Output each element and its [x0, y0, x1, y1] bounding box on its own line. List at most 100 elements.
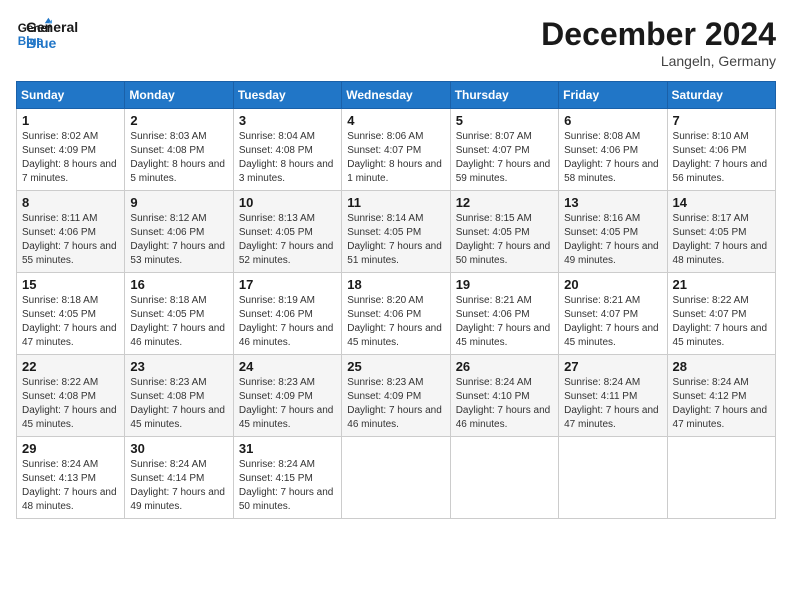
day-info: Sunrise: 8:08 AM Sunset: 4:06 PM Dayligh… [564, 130, 661, 186]
calendar-week-2: 8Sunrise: 8:11 AM Sunset: 4:06 PM Daylig… [17, 191, 776, 273]
day-number: 2 [130, 113, 227, 128]
day-number: 30 [130, 441, 227, 456]
calendar-cell: 19Sunrise: 8:21 AM Sunset: 4:06 PM Dayli… [450, 273, 558, 355]
day-info: Sunrise: 8:20 AM Sunset: 4:06 PM Dayligh… [347, 294, 444, 350]
calendar-cell: 15 Sunrise: 8:18 AM Sunset: 4:05 PM Dayli… [17, 273, 125, 355]
day-number: 1 [22, 113, 119, 128]
calendar-week-3: 15 Sunrise: 8:18 AM Sunset: 4:05 PM Dayli… [17, 273, 776, 355]
calendar-cell: 1 Sunrise: 8:02 AM Sunset: 4:09 PM Daylig… [17, 109, 125, 191]
day-number: 23 [130, 359, 227, 374]
day-info: Sunrise: 8:24 AM Sunset: 4:14 PM Dayligh… [130, 458, 227, 514]
day-info: Sunrise: 8:14 AM Sunset: 4:05 PM Dayligh… [347, 212, 444, 268]
day-info: Sunrise: 8:13 AM Sunset: 4:05 PM Dayligh… [239, 212, 336, 268]
calendar-table: SundayMondayTuesdayWednesdayThursdayFrid… [16, 81, 776, 519]
day-info: Sunrise: 8:23 AM Sunset: 4:09 PM Dayligh… [239, 376, 336, 432]
day-number: 10 [239, 195, 336, 210]
day-number: 7 [673, 113, 770, 128]
day-number: 3 [239, 113, 336, 128]
column-header-wednesday: Wednesday [342, 82, 450, 109]
day-number: 12 [456, 195, 553, 210]
day-info: Sunrise: 8:24 AM Sunset: 4:10 PM Dayligh… [456, 376, 553, 432]
calendar-cell [450, 437, 558, 519]
day-number: 26 [456, 359, 553, 374]
calendar-cell: 31 Sunrise: 8:24 AM Sunset: 4:15 PM Dayli… [233, 437, 341, 519]
day-number: 13 [564, 195, 661, 210]
day-info: Sunrise: 8:18 AM Sunset: 4:05 PM Dayligh… [22, 294, 119, 350]
logo-blue: Blue [26, 35, 78, 51]
day-number: 28 [673, 359, 770, 374]
calendar-cell: 12Sunrise: 8:15 AM Sunset: 4:05 PM Dayli… [450, 191, 558, 273]
day-number: 11 [347, 195, 444, 210]
day-info: Sunrise: 8:22 AM Sunset: 4:07 PM Dayligh… [673, 294, 770, 350]
day-info: Sunrise: 8:23 AM Sunset: 4:09 PM Dayligh… [347, 376, 444, 432]
day-info: Sunrise: 8:23 AM Sunset: 4:08 PM Dayligh… [130, 376, 227, 432]
calendar-cell: 23 Sunrise: 8:23 AM Sunset: 4:08 PM Dayli… [125, 355, 233, 437]
day-number: 14 [673, 195, 770, 210]
calendar-cell: 13 Sunrise: 8:16 AM Sunset: 4:05 PM Dayli… [559, 191, 667, 273]
location-subtitle: Langeln, Germany [541, 53, 776, 69]
day-number: 18 [347, 277, 444, 292]
day-info: Sunrise: 8:03 AM Sunset: 4:08 PM Dayligh… [130, 130, 227, 186]
calendar-cell [559, 437, 667, 519]
day-info: Sunrise: 8:07 AM Sunset: 4:07 PM Dayligh… [456, 130, 553, 186]
column-header-friday: Friday [559, 82, 667, 109]
day-number: 6 [564, 113, 661, 128]
day-info: Sunrise: 8:24 AM Sunset: 4:12 PM Dayligh… [673, 376, 770, 432]
calendar-cell: 6 Sunrise: 8:08 AM Sunset: 4:06 PM Daylig… [559, 109, 667, 191]
day-number: 21 [673, 277, 770, 292]
day-info: Sunrise: 8:24 AM Sunset: 4:11 PM Dayligh… [564, 376, 661, 432]
day-number: 20 [564, 277, 661, 292]
calendar-cell: 2 Sunrise: 8:03 AM Sunset: 4:08 PM Daylig… [125, 109, 233, 191]
day-info: Sunrise: 8:17 AM Sunset: 4:05 PM Dayligh… [673, 212, 770, 268]
day-info: Sunrise: 8:12 AM Sunset: 4:06 PM Dayligh… [130, 212, 227, 268]
day-number: 15 [22, 277, 119, 292]
day-number: 25 [347, 359, 444, 374]
calendar-cell: 9 Sunrise: 8:12 AM Sunset: 4:06 PM Daylig… [125, 191, 233, 273]
column-header-monday: Monday [125, 82, 233, 109]
logo-general: General [26, 19, 78, 35]
title-block: December 2024 Langeln, Germany [541, 16, 776, 69]
calendar-week-1: 1 Sunrise: 8:02 AM Sunset: 4:09 PM Daylig… [17, 109, 776, 191]
calendar-cell: 22 Sunrise: 8:22 AM Sunset: 4:08 PM Dayli… [17, 355, 125, 437]
calendar-cell: 17Sunrise: 8:19 AM Sunset: 4:06 PM Dayli… [233, 273, 341, 355]
calendar-cell: 16 Sunrise: 8:18 AM Sunset: 4:05 PM Dayli… [125, 273, 233, 355]
day-number: 22 [22, 359, 119, 374]
day-number: 16 [130, 277, 227, 292]
day-info: Sunrise: 8:16 AM Sunset: 4:05 PM Dayligh… [564, 212, 661, 268]
calendar-cell: 24Sunrise: 8:23 AM Sunset: 4:09 PM Dayli… [233, 355, 341, 437]
calendar-cell: 11 Sunrise: 8:14 AM Sunset: 4:05 PM Dayli… [342, 191, 450, 273]
calendar-cell: 5Sunrise: 8:07 AM Sunset: 4:07 PM Daylig… [450, 109, 558, 191]
day-info: Sunrise: 8:24 AM Sunset: 4:15 PM Dayligh… [239, 458, 336, 514]
day-number: 29 [22, 441, 119, 456]
calendar-cell: 3Sunrise: 8:04 AM Sunset: 4:08 PM Daylig… [233, 109, 341, 191]
logo: General Blue General Blue [16, 16, 78, 52]
calendar-cell: 14 Sunrise: 8:17 AM Sunset: 4:05 PM Dayli… [667, 191, 775, 273]
day-number: 19 [456, 277, 553, 292]
day-number: 27 [564, 359, 661, 374]
calendar-cell: 30 Sunrise: 8:24 AM Sunset: 4:14 PM Dayli… [125, 437, 233, 519]
day-info: Sunrise: 8:02 AM Sunset: 4:09 PM Dayligh… [22, 130, 119, 186]
day-number: 4 [347, 113, 444, 128]
calendar-cell: 29 Sunrise: 8:24 AM Sunset: 4:13 PM Dayli… [17, 437, 125, 519]
calendar-header-row: SundayMondayTuesdayWednesdayThursdayFrid… [17, 82, 776, 109]
day-info: Sunrise: 8:24 AM Sunset: 4:13 PM Dayligh… [22, 458, 119, 514]
calendar-cell: 25 Sunrise: 8:23 AM Sunset: 4:09 PM Dayli… [342, 355, 450, 437]
calendar-cell: 20 Sunrise: 8:21 AM Sunset: 4:07 PM Dayli… [559, 273, 667, 355]
calendar-cell: 7 Sunrise: 8:10 AM Sunset: 4:06 PM Daylig… [667, 109, 775, 191]
calendar-cell [667, 437, 775, 519]
day-info: Sunrise: 8:19 AM Sunset: 4:06 PM Dayligh… [239, 294, 336, 350]
calendar-cell: 28 Sunrise: 8:24 AM Sunset: 4:12 PM Dayli… [667, 355, 775, 437]
calendar-week-5: 29 Sunrise: 8:24 AM Sunset: 4:13 PM Dayli… [17, 437, 776, 519]
day-info: Sunrise: 8:18 AM Sunset: 4:05 PM Dayligh… [130, 294, 227, 350]
day-number: 31 [239, 441, 336, 456]
column-header-sunday: Sunday [17, 82, 125, 109]
calendar-cell: 21 Sunrise: 8:22 AM Sunset: 4:07 PM Dayli… [667, 273, 775, 355]
day-info: Sunrise: 8:10 AM Sunset: 4:06 PM Dayligh… [673, 130, 770, 186]
calendar-week-4: 22 Sunrise: 8:22 AM Sunset: 4:08 PM Dayli… [17, 355, 776, 437]
day-info: Sunrise: 8:21 AM Sunset: 4:07 PM Dayligh… [564, 294, 661, 350]
day-number: 9 [130, 195, 227, 210]
day-info: Sunrise: 8:22 AM Sunset: 4:08 PM Dayligh… [22, 376, 119, 432]
page-header: General Blue General Blue December 2024 … [16, 16, 776, 69]
calendar-cell: 18 Sunrise: 8:20 AM Sunset: 4:06 PM Dayli… [342, 273, 450, 355]
column-header-tuesday: Tuesday [233, 82, 341, 109]
